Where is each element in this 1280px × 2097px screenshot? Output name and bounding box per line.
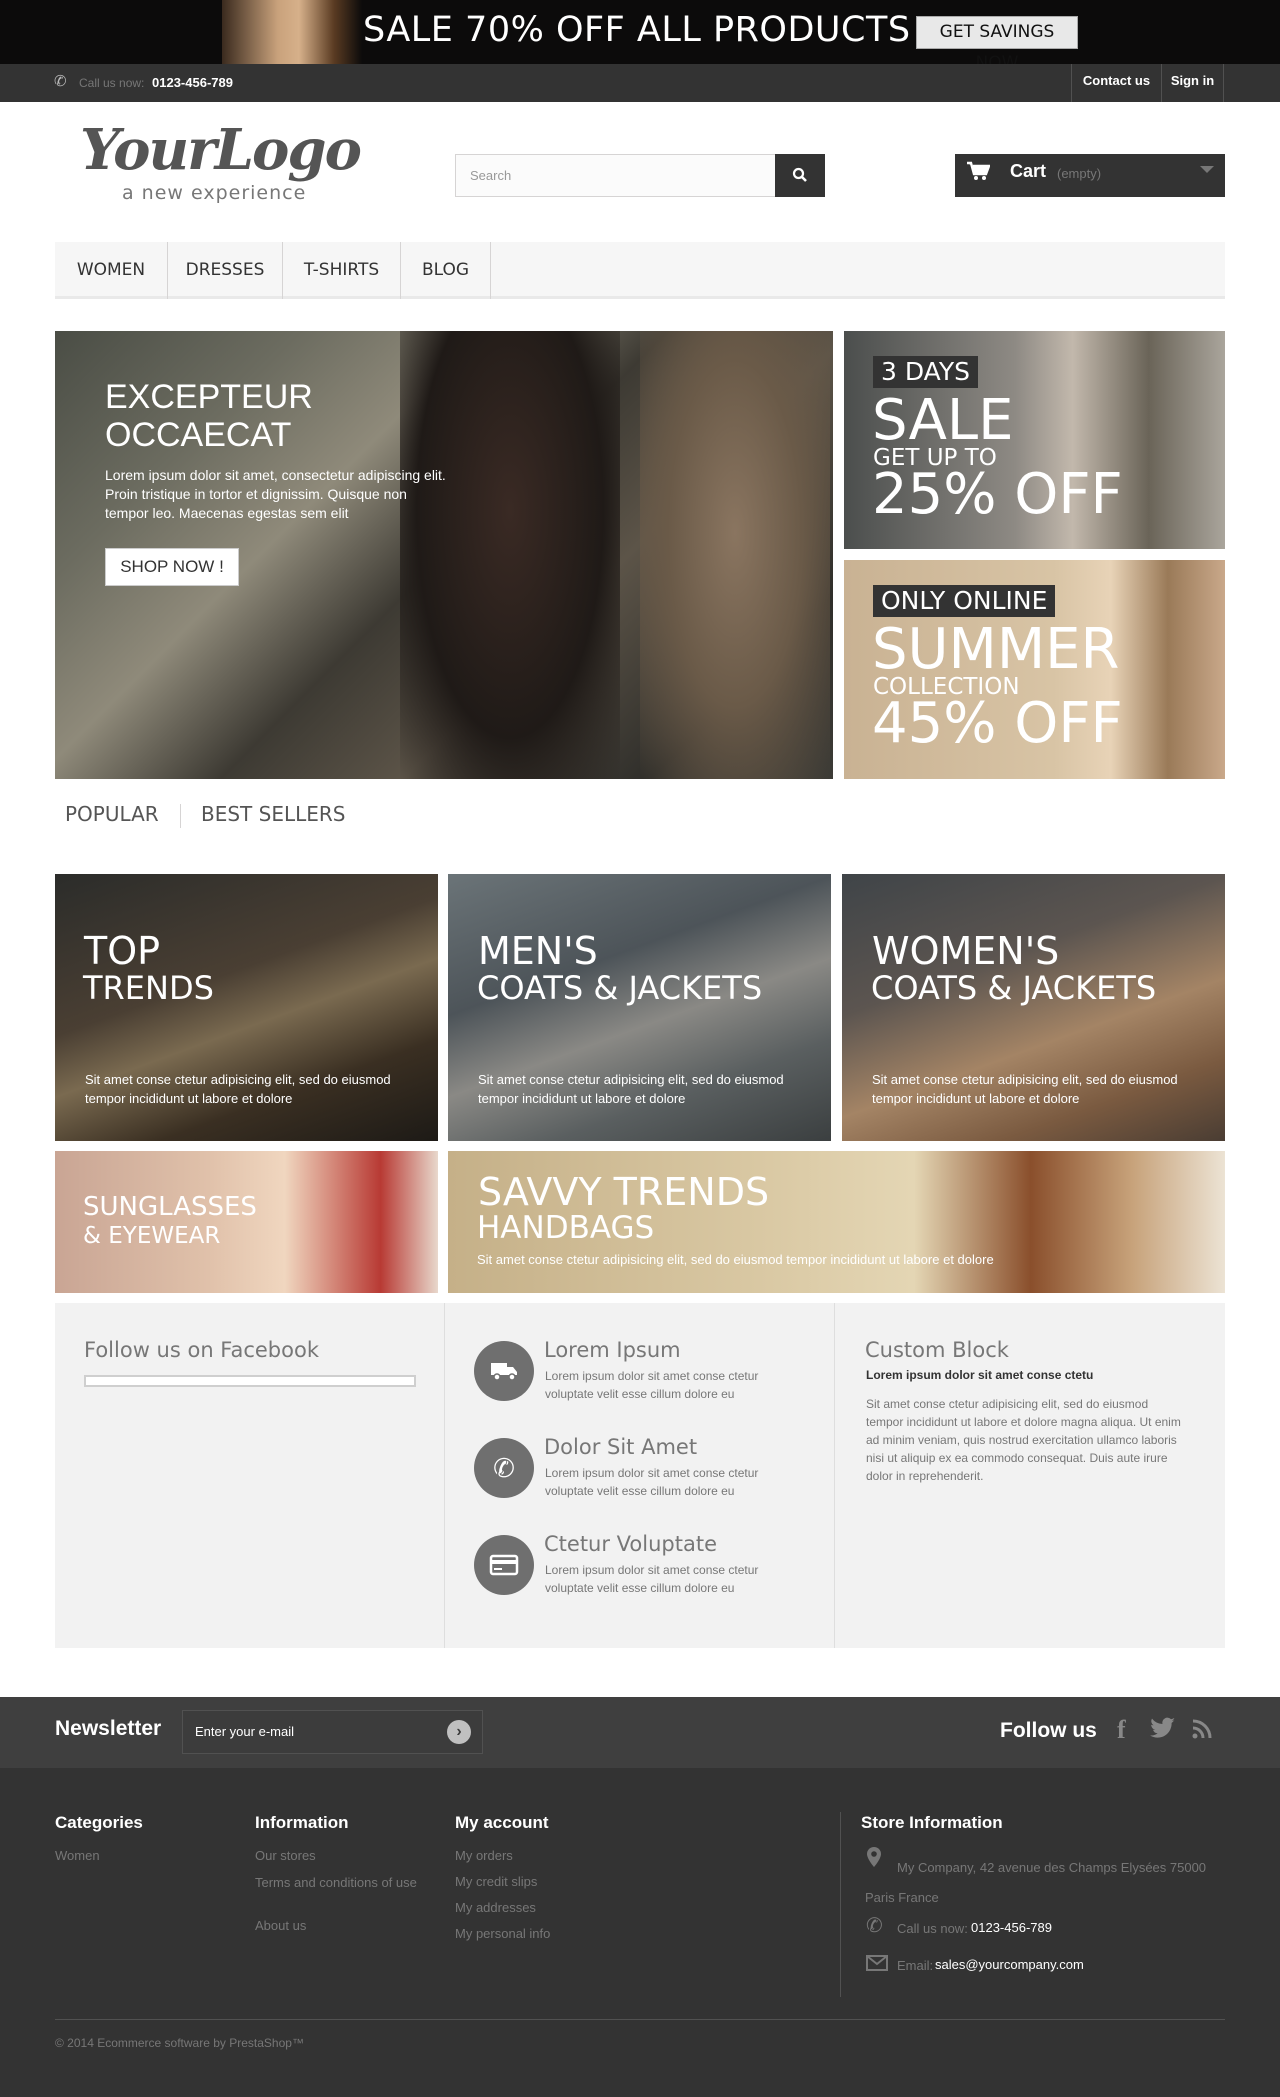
tile3-text: Sit amet conse ctetur adipisicing elit, … <box>872 1072 1178 1106</box>
footer-categories-title: Categories <box>55 1813 143 1832</box>
promo1-headline: SALE <box>872 388 1014 453</box>
hero-title-line1: EXCEPTEUR <box>105 378 313 416</box>
footer-link-credit-slips[interactable]: My credit slips <box>455 1874 537 1889</box>
twitter-icon[interactable] <box>1150 1717 1176 1744</box>
phone-icon: ✆ <box>474 1438 534 1498</box>
tile4-subtitle: & EYEWEAR <box>83 1223 221 1249</box>
newsletter-submit-icon[interactable]: › <box>447 1720 471 1744</box>
store-email[interactable]: sales@yourcompany.com <box>935 1957 1084 1972</box>
logo-tagline: a new experience <box>122 182 307 204</box>
promo1-percent: 25% OFF <box>872 462 1123 527</box>
info-item1-title: Lorem Ipsum <box>544 1338 681 1362</box>
facebook-widget[interactable] <box>84 1375 416 1387</box>
get-savings-button[interactable]: GET SAVINGS NOW <box>916 16 1078 73</box>
tile3-title: WOMEN'S <box>872 929 1060 973</box>
phone-icon: ✆ <box>866 1915 883 1937</box>
cart-icon <box>966 161 991 187</box>
menu-item-t-shirts[interactable]: T-SHIRTS <box>283 242 401 299</box>
tile2-title: MEN'S <box>478 929 598 973</box>
tab-best-sellers[interactable]: BEST SELLERS <box>201 802 345 826</box>
tab-popular[interactable]: POPULAR <box>65 802 159 826</box>
hero-model-woman <box>400 331 620 779</box>
hero-title-line2: OCCAECAT <box>105 416 292 454</box>
tile2-text: Sit amet conse ctetur adipisicing elit, … <box>478 1072 784 1106</box>
tile1-subtitle: TRENDS <box>83 969 214 1007</box>
logo[interactable]: YourLogo a new experience <box>80 120 380 210</box>
footer-store-title: Store Information <box>861 1813 1003 1832</box>
follow-us-label: Follow us <box>1000 1719 1097 1742</box>
newsletter-email-input[interactable]: Enter your e-mail <box>182 1710 483 1754</box>
tab-divider <box>180 804 181 828</box>
search-input[interactable]: Search <box>455 154 776 197</box>
contact-us-link[interactable]: Contact us <box>1071 64 1161 102</box>
hero-title: EXCEPTEUR OCCAECAT <box>105 378 425 454</box>
menu-item-women[interactable]: WOMEN <box>55 242 168 299</box>
banner-headline: SALE 70% OFF ALL PRODUCTS <box>363 10 911 50</box>
info-item3-text: Lorem ipsum dolor sit amet conse ctetur … <box>545 1563 759 1595</box>
footer-link-my-orders[interactable]: My orders <box>455 1848 513 1863</box>
cart-status: (empty) <box>1057 166 1102 181</box>
search-icon <box>792 167 807 182</box>
call-label: Call us now: <box>79 76 145 90</box>
envelope-icon <box>866 1955 888 1976</box>
shop-now-button[interactable]: SHOP NOW ! <box>105 548 239 586</box>
promo2-headline: SUMMER <box>872 617 1120 682</box>
newsletter-label: Newsletter <box>55 1717 162 1740</box>
tile5-subtitle: HANDBAGS <box>477 1210 655 1246</box>
rss-icon[interactable] <box>1192 1719 1212 1744</box>
phone-icon: ✆ <box>54 73 67 90</box>
chevron-down-icon <box>1200 166 1214 173</box>
footer-link-addresses[interactable]: My addresses <box>455 1900 536 1915</box>
info-item2-title: Dolor Sit Amet <box>544 1435 698 1459</box>
footer-link-our-stores[interactable]: Our stores <box>255 1848 316 1863</box>
store-phone: 0123-456-789 <box>971 1920 1052 1935</box>
menu-item-dresses[interactable]: DRESSES <box>168 242 283 299</box>
phone-number: 0123-456-789 <box>152 75 233 90</box>
promo2-tag: ONLY ONLINE <box>873 585 1056 617</box>
logo-wordmark: YourLogo <box>80 117 362 183</box>
footer-divider <box>840 1812 841 1997</box>
tile4-title: SUNGLASSES <box>83 1192 257 1222</box>
facebook-title: Follow us on Facebook <box>84 1338 319 1362</box>
store-call-label: Call us now: <box>897 1921 968 1936</box>
tile-sunglasses[interactable] <box>55 1151 438 1293</box>
promo2-percent: 45% OFF <box>872 691 1123 756</box>
store-email-label: Email: <box>897 1958 934 1973</box>
facebook-icon[interactable]: f <box>1117 1715 1126 1745</box>
tile5-title: SAVVY TRENDS <box>478 1170 770 1214</box>
custom-block-subtitle: Lorem ipsum dolor sit amet conse ctetu <box>866 1368 1094 1382</box>
custom-block-title: Custom Block <box>865 1338 1009 1362</box>
tile1-title: TOP <box>84 929 161 973</box>
footer-bottom-divider <box>55 2019 1225 2020</box>
footer-link-women[interactable]: Women <box>55 1848 100 1863</box>
sign-in-link[interactable]: Sign in <box>1161 64 1224 102</box>
tile1-text: Sit amet conse ctetur adipisicing elit, … <box>85 1072 391 1106</box>
promo1-tag: 3 DAYS <box>873 356 978 388</box>
menu-item-blog[interactable]: BLOG <box>401 242 491 299</box>
custom-block-text: Sit amet conse ctetur adipisicing elit, … <box>866 1397 1181 1483</box>
info-item2-text: Lorem ipsum dolor sit amet conse ctetur … <box>545 1466 759 1498</box>
footer-link-about-us[interactable]: About us <box>255 1918 306 1933</box>
store-address: My Company, 42 avenue des Champs Elysées… <box>865 1860 1207 1905</box>
truck-icon <box>474 1341 534 1401</box>
info-item1-text: Lorem ipsum dolor sit amet conse ctetur … <box>545 1369 759 1401</box>
hero-model-man <box>640 331 830 779</box>
info-item3-title: Ctetur Voluptate <box>544 1532 717 1556</box>
tile3-subtitle: COATS & JACKETS <box>871 969 1157 1007</box>
info-divider <box>444 1303 445 1648</box>
copyright-text: © 2014 Ecommerce software by PrestaShop™ <box>55 2036 304 2050</box>
info-divider <box>834 1303 835 1648</box>
hero-description: Lorem ipsum dolor sit amet, consectetur … <box>105 467 446 521</box>
banner-model-image <box>222 0 362 64</box>
tile5-text: Sit amet conse ctetur adipisicing elit, … <box>477 1252 994 1267</box>
tile2-subtitle: COATS & JACKETS <box>477 969 763 1007</box>
credit-card-icon <box>474 1535 534 1595</box>
footer-account-title: My account <box>455 1813 549 1832</box>
footer-link-personal-info[interactable]: My personal info <box>455 1926 550 1941</box>
cart-label: Cart <box>1010 161 1047 181</box>
search-button[interactable] <box>775 154 825 197</box>
footer-information-title: Information <box>255 1813 349 1832</box>
footer-link-terms[interactable]: Terms and conditions of use <box>255 1874 420 1891</box>
